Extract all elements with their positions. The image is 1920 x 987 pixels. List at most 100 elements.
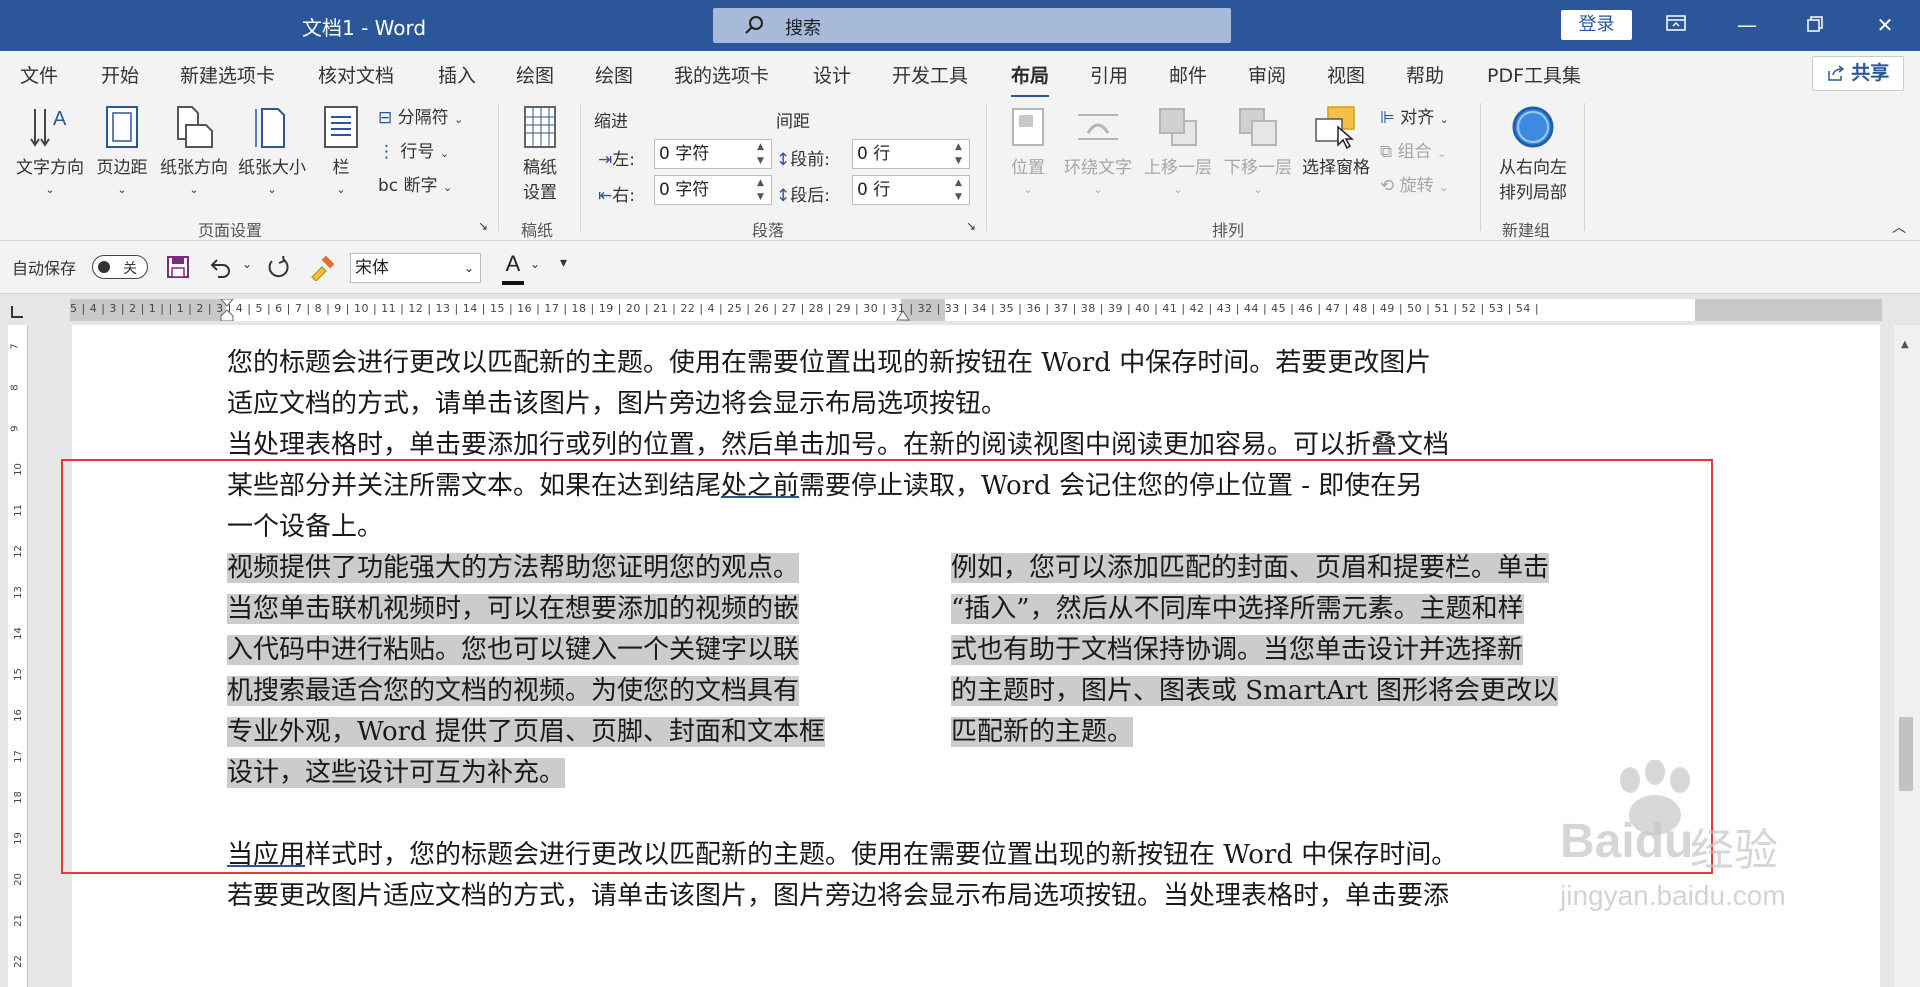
spacing-before-input[interactable]: 0 行 ▲ ▼ <box>852 139 970 169</box>
column-2: 例如，您可以添加匹配的封面、页眉和提要栏。单击 “插入”，然后从不同库中选择所需… <box>951 553 1559 747</box>
underlined-text: 处之前 <box>721 471 800 501</box>
undo-icon[interactable] <box>208 255 232 279</box>
paragraph-2: 当处理表格时，单击要添加行或列的位置，然后单击加号。在新的阅读视图中阅读更加容易… <box>227 430 1450 542</box>
document-title: 文档1 - Word <box>302 16 427 40</box>
position-icon <box>1012 108 1044 146</box>
line-numbers-icon: ⋮ <box>378 142 395 162</box>
right-indent-marker-icon[interactable] <box>896 309 910 321</box>
svg-text:A: A <box>53 108 67 130</box>
font-color-icon: A <box>505 251 521 276</box>
indent-title: 缩进 <box>594 112 628 132</box>
tab-draw-2[interactable]: 绘图 <box>595 61 633 88</box>
indent-left-label: ⇥左: <box>598 150 635 170</box>
horizontal-ruler[interactable]: 5 | 4 | 3 | 2 | 1 | | 1 | 2 | 3 | 4 | 5 … <box>70 299 1882 321</box>
paragraph-launcher-icon[interactable]: ↘ <box>966 219 976 233</box>
redo-icon[interactable] <box>266 255 292 281</box>
indent-marker-icon[interactable] <box>220 299 234 321</box>
hyphenation-icon: bc <box>378 176 399 196</box>
autosave-label: 自动保存 <box>12 259 77 278</box>
tab-layout[interactable]: 布局 <box>1011 61 1050 98</box>
vertical-scrollbar[interactable]: ▲ <box>1894 325 1920 987</box>
ribbon-display-icon[interactable] <box>1653 8 1699 42</box>
line-numbers-button[interactable]: ⋮ 行号 ⌄ <box>378 137 449 162</box>
menu-tabs: 文件 开始 新建选项卡 核对文档 插入 绘图 绘图 我的选项卡 设计 开发工具 … <box>0 51 1920 98</box>
tab-developer[interactable]: 开发工具 <box>892 61 968 88</box>
columns-button[interactable]: 栏 ⌄ <box>316 105 366 198</box>
margins-icon <box>106 106 138 148</box>
tab-review[interactable]: 审阅 <box>1248 61 1286 88</box>
tab-design[interactable]: 设计 <box>813 61 851 88</box>
spacing-before-label: ↕段前: <box>776 150 830 170</box>
customize-qat-icon[interactable]: ▾ <box>560 255 567 271</box>
wrap-text-icon <box>1078 114 1118 140</box>
font-name-select[interactable]: 宋体 ⌄ <box>350 253 481 283</box>
group-button[interactable]: ⧉ 组合 ⌄ <box>1380 137 1446 162</box>
tab-mailings[interactable]: 邮件 <box>1169 61 1207 88</box>
margins-button[interactable]: 页边距 ⌄ <box>94 105 150 198</box>
paragraph-1: 您的标题会进行更改以匹配新的主题。使用在需要位置出现的新按钮在 Word 中保存… <box>227 348 1432 419</box>
minimize-icon[interactable]: — <box>1724 8 1770 42</box>
tab-help[interactable]: 帮助 <box>1406 61 1444 88</box>
breaks-button[interactable]: ⊟ 分隔符 ⌄ <box>378 103 463 128</box>
tab-draw-1[interactable]: 绘图 <box>516 61 554 88</box>
tab-view[interactable]: 视图 <box>1327 61 1365 88</box>
indent-left-input[interactable]: 0 字符 ▲ ▼ <box>654 139 772 169</box>
bring-forward-button[interactable]: 上移一层 ⌄ <box>1138 105 1218 198</box>
page-setup-group-label: 页面设置 <box>198 221 263 240</box>
ruler-row: 5 | 4 | 3 | 2 | 1 | | 1 | 2 | 3 | 4 | 5 … <box>0 295 1920 325</box>
collapse-ribbon-icon[interactable]: ︿ <box>1892 217 1906 237</box>
share-button[interactable]: 共享 <box>1812 56 1904 91</box>
tab-file[interactable]: 文件 <box>20 61 58 88</box>
font-color-dropdown-icon[interactable]: ⌄ <box>530 257 540 271</box>
hyphenation-button[interactable]: bc 断字 ⌄ <box>378 171 452 196</box>
tab-review-doc[interactable]: 核对文档 <box>318 61 394 88</box>
send-backward-button[interactable]: 下移一层 ⌄ <box>1218 105 1298 198</box>
search-icon <box>745 16 763 34</box>
draft-group-label: 稿纸 <box>521 221 554 240</box>
tab-new-tab[interactable]: 新建选项卡 <box>180 61 275 88</box>
rotate-button[interactable]: ⟲ 旋转 ⌄ <box>1380 171 1448 196</box>
tab-my-tab[interactable]: 我的选项卡 <box>674 61 769 88</box>
page-setup-launcher-icon[interactable]: ↘ <box>478 219 488 233</box>
scroll-thumb[interactable] <box>1899 717 1913 791</box>
selection-pane-icon <box>1315 106 1355 149</box>
autosave-toggle[interactable]: 关 <box>92 255 148 279</box>
position-button[interactable]: 位置 ⌄ <box>1000 105 1056 198</box>
font-color-button[interactable]: A <box>500 251 526 285</box>
scroll-up-icon[interactable]: ▲ <box>1901 339 1909 350</box>
tab-pdf-tools[interactable]: PDF工具集 <box>1487 61 1581 88</box>
maximize-icon[interactable] <box>1792 8 1838 42</box>
circle-icon <box>1512 106 1554 148</box>
tab-references[interactable]: 引用 <box>1090 61 1128 88</box>
close-icon[interactable]: ✕ <box>1862 8 1908 42</box>
selection-pane-button[interactable]: 选择窗格 <box>1298 105 1374 178</box>
ribbon: A 文字方向 ⌄ 页边距 ⌄ 纸张方向 ⌄ 纸张大小 ⌄ 栏 ⌄ ⊟ 分隔符 ⌄ ⋮ 行号… <box>0 97 1920 241</box>
save-icon[interactable] <box>166 255 190 279</box>
vertical-ruler[interactable]: 7 8 9 10 11 12 13 14 15 16 17 18 19 20 2… <box>8 325 28 987</box>
spacing-title: 间距 <box>776 112 810 132</box>
rtl-arrange-button[interactable]: 从右向左 排列局部 <box>1490 105 1576 203</box>
column-1: 视频提供了功能强大的方法帮助您证明您的观点。 当您单击联机视频时，可以在想要添加… <box>227 553 825 788</box>
login-button[interactable]: 登录 <box>1561 10 1632 40</box>
draft-settings-button[interactable]: 稿纸 设置 <box>512 105 568 203</box>
tab-selector-icon[interactable] <box>8 303 26 321</box>
orientation-button[interactable]: 纸张方向 ⌄ <box>156 105 232 198</box>
indent-right-icon: ⇤ <box>598 186 613 206</box>
undo-dropdown-icon[interactable]: ⌄ <box>242 257 252 271</box>
size-button[interactable]: 纸张大小 ⌄ <box>234 105 310 198</box>
wrap-text-button[interactable]: 环绕文字 ⌄ <box>1058 105 1138 198</box>
search-box[interactable]: 搜索 <box>713 8 1231 43</box>
text-direction-button[interactable]: A 文字方向 ⌄ <box>12 105 88 198</box>
text-direction-icon: A <box>30 108 67 147</box>
tab-insert[interactable]: 插入 <box>438 61 476 88</box>
paragraph-3: 当应用样式时，您的标题会进行更改以匹配新的主题。使用在需要位置出现的新按钮在 W… <box>227 840 1458 911</box>
format-painter-icon[interactable] <box>308 255 336 281</box>
page-size-icon <box>255 108 285 148</box>
spacing-before-icon: ↕ <box>776 150 791 170</box>
search-placeholder: 搜索 <box>785 18 821 39</box>
indent-right-input[interactable]: 0 字符 ▲ ▼ <box>654 175 772 205</box>
align-button[interactable]: ⊫ 对齐 ⌄ <box>1380 103 1449 128</box>
spacing-after-input[interactable]: 0 行 ▲ ▼ <box>852 175 970 205</box>
tab-home[interactable]: 开始 <box>101 61 139 88</box>
document-page[interactable]: 您的标题会进行更改以匹配新的主题。使用在需要位置出现的新按钮在 Word 中保存… <box>72 325 1880 987</box>
